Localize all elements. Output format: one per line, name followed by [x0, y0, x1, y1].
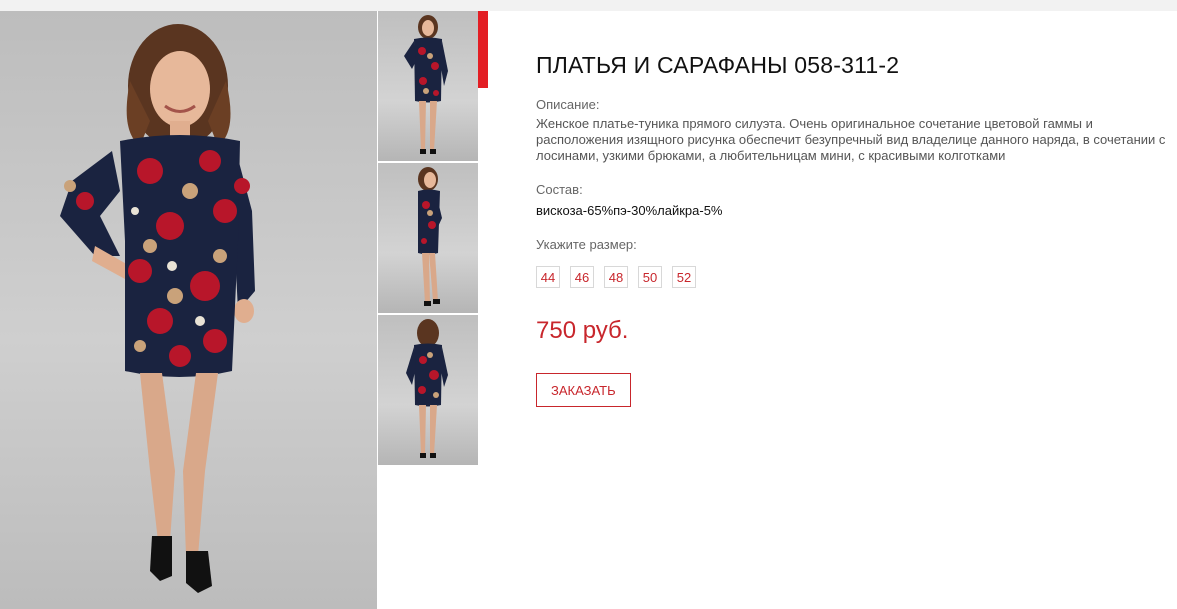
- thumbnail-back[interactable]: [378, 315, 478, 465]
- size-option-44[interactable]: 44: [536, 266, 560, 288]
- description-label: Описание:: [536, 97, 600, 112]
- composition-label: Состав:: [536, 182, 583, 197]
- thumbnail-list: [378, 11, 478, 467]
- size-label: Укажите размер:: [536, 237, 637, 252]
- main-product-photo[interactable]: [0, 11, 377, 609]
- thumbnail-front[interactable]: [378, 11, 478, 161]
- size-option-52[interactable]: 52: [672, 266, 696, 288]
- size-options: 44 46 48 50 52: [536, 266, 1166, 288]
- size-option-46[interactable]: 46: [570, 266, 594, 288]
- thumbnail-front-image: [404, 15, 448, 154]
- thumbnail-side[interactable]: [378, 163, 478, 313]
- product-details: ПЛАТЬЯ И САРАФАНЫ 058-311-2 Описание: Же…: [536, 11, 1166, 407]
- size-option-48[interactable]: 48: [604, 266, 628, 288]
- order-button[interactable]: ЗАКАЗАТЬ: [536, 373, 631, 407]
- size-option-50[interactable]: 50: [638, 266, 662, 288]
- product-price: 750 руб.: [536, 317, 629, 344]
- thumbnail-back-image: [406, 319, 448, 458]
- composition-text: вискоза-65%пэ-30%лайкра-5%: [536, 203, 723, 218]
- thumbnail-side-image: [418, 167, 442, 306]
- top-strip: [0, 0, 1177, 11]
- product-title: ПЛАТЬЯ И САРАФАНЫ 058-311-2: [536, 52, 900, 78]
- model-illustration: [60, 24, 255, 593]
- description-text: Женское платье-туника прямого силуэта. О…: [536, 116, 1166, 163]
- active-thumbnail-indicator: [478, 11, 488, 88]
